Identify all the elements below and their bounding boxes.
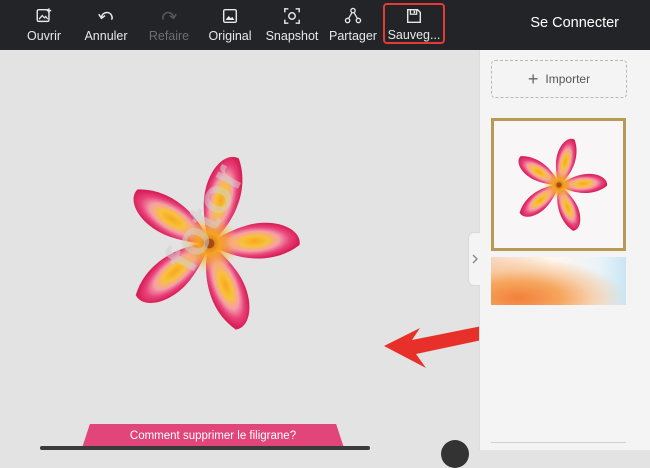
top-toolbar: Ouvrir Annuler Refaire Original Snapshot… xyxy=(0,0,650,50)
original-label: Original xyxy=(208,29,252,43)
open-label: Ouvrir xyxy=(26,29,62,43)
round-button[interactable] xyxy=(441,440,469,468)
open-button[interactable]: Ouvrir xyxy=(22,4,66,46)
undo-icon xyxy=(98,11,113,21)
snapshot-button[interactable]: Snapshot xyxy=(263,4,321,46)
save-icon xyxy=(406,8,422,24)
watermark-help-banner[interactable]: Comment supprimer le filigrane? xyxy=(82,424,344,448)
redo-button[interactable]: Refaire xyxy=(144,4,194,46)
redo-icon xyxy=(162,11,177,21)
divider xyxy=(491,442,626,443)
snapshot-label: Snapshot xyxy=(265,29,319,43)
annotation-arrow-icon xyxy=(384,326,482,368)
share-label: Partager xyxy=(329,29,377,43)
image-thumbnail[interactable] xyxy=(491,257,626,305)
bottom-bar xyxy=(40,446,370,450)
snapshot-icon xyxy=(284,8,300,24)
undo-button[interactable]: Annuler xyxy=(80,4,132,46)
sign-in-link[interactable]: Se Connecter xyxy=(530,15,619,31)
right-sidebar: + Importer xyxy=(479,50,650,450)
save-label: Sauveg... xyxy=(387,28,441,42)
plus-icon: + xyxy=(527,69,539,89)
save-button[interactable]: Sauveg... xyxy=(383,3,445,44)
collapse-sidebar-toggle[interactable] xyxy=(468,232,480,286)
editor-canvas[interactable]: fotor xyxy=(0,50,482,450)
original-button[interactable]: Original xyxy=(204,4,256,46)
share-button[interactable]: Partager xyxy=(326,4,380,46)
image-add-icon xyxy=(36,8,52,23)
import-label: Importer xyxy=(545,72,591,86)
import-button[interactable]: + Importer xyxy=(491,60,627,98)
image-icon xyxy=(222,8,238,24)
image-thumbnail-selected[interactable] xyxy=(491,118,626,251)
chevron-right-icon xyxy=(472,254,478,264)
share-icon xyxy=(344,7,362,24)
undo-label: Annuler xyxy=(84,29,128,43)
redo-label: Refaire xyxy=(148,29,190,43)
flower-thumbnail xyxy=(506,132,611,237)
